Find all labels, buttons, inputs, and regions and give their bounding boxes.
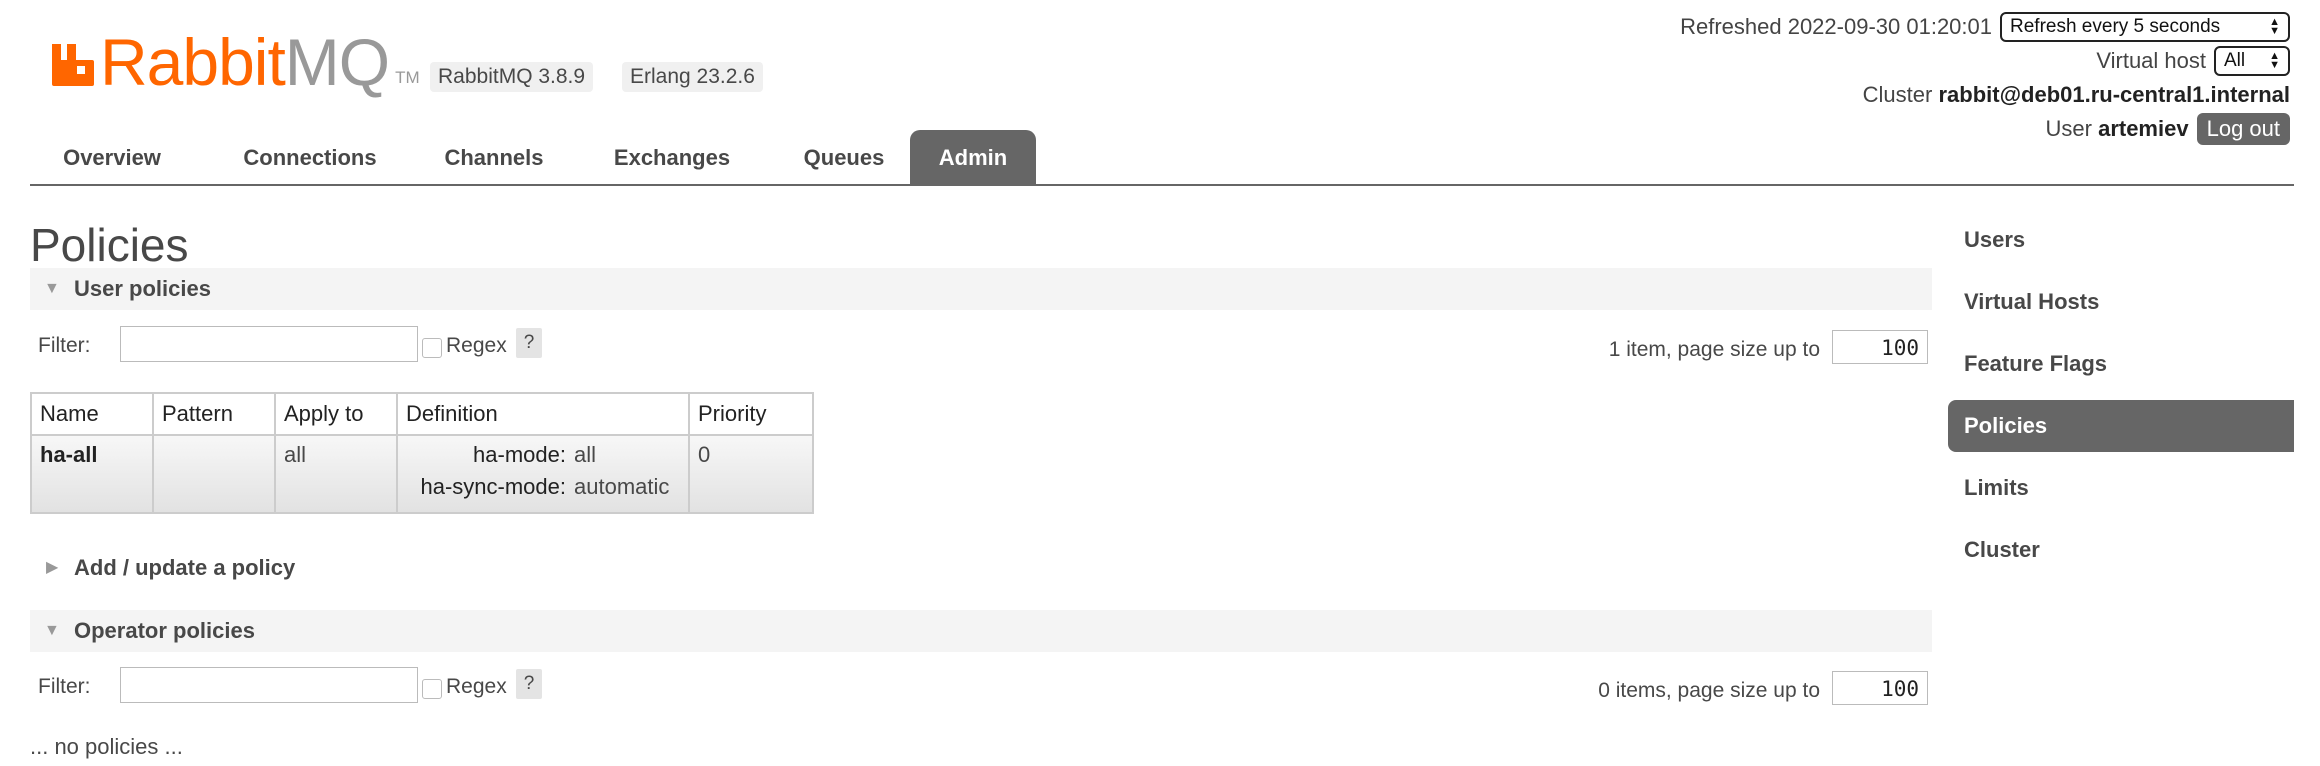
col-header-definition[interactable]: Definition: [396, 392, 690, 436]
sidebar-item-policies[interactable]: Policies: [1948, 400, 2294, 452]
tab-overview[interactable]: Overview: [30, 130, 194, 184]
filter-label: Filter:: [38, 334, 91, 357]
admin-sidebar: Users Virtual Hosts Feature Flags Polici…: [1948, 214, 2294, 586]
regex-label: Regex: [446, 675, 507, 698]
policy-priority: 0: [688, 434, 814, 514]
user-policies-filter-row: Filter: Regex ? 1 item, page size up to …: [38, 326, 1928, 366]
col-header-name[interactable]: Name: [30, 392, 154, 436]
rabbitmq-version-badge: RabbitMQ 3.8.9: [430, 62, 594, 92]
add-policy-heading: Add / update a policy: [74, 555, 296, 580]
policy-pattern: [152, 434, 276, 514]
tab-admin[interactable]: Admin: [910, 130, 1036, 184]
up-down-arrows-icon: ▲ ▼: [2269, 50, 2280, 71]
user-policies-page-size-input[interactable]: 100: [1832, 330, 1928, 364]
regex-help-button[interactable]: ?: [516, 328, 542, 358]
user-policies-filter-input[interactable]: [120, 326, 418, 362]
user-policies-table: Name Pattern Apply to Definition Priorit…: [30, 392, 814, 514]
definition-value: automatic: [574, 474, 670, 499]
user-policies-heading: User policies: [74, 276, 211, 301]
refreshed-timestamp: Refreshed 2022-09-30 01:20:01: [1680, 14, 1992, 39]
refresh-interval-select[interactable]: Refresh every 5 seconds ▲ ▼: [2000, 12, 2290, 42]
table-row[interactable]: ha-all all ha-mode: all ha-sync-mode: au…: [30, 434, 814, 514]
col-header-pattern[interactable]: Pattern: [152, 392, 276, 436]
filter-label: Filter:: [38, 675, 91, 698]
table-header-row: Name Pattern Apply to Definition Priorit…: [30, 392, 814, 436]
definition-key: ha-mode:: [473, 442, 566, 467]
main-nav-tabs: Overview Connections Channels Exchanges …: [30, 130, 2294, 186]
rabbitmq-logo-icon: [52, 44, 94, 86]
sidebar-item-virtual-hosts[interactable]: Virtual Hosts: [1948, 276, 2294, 328]
policy-name-link[interactable]: ha-all: [30, 434, 154, 514]
up-down-arrows-icon: ▲ ▼: [2269, 16, 2280, 37]
vhost-value: All: [2224, 50, 2246, 71]
no-policies-text: ... no policies ...: [30, 734, 183, 759]
operator-policies-filter-input[interactable]: [120, 667, 418, 703]
operator-policies-header[interactable]: ▼ Operator policies: [30, 610, 1932, 652]
col-header-apply-to[interactable]: Apply to: [274, 392, 398, 436]
operator-policies-heading: Operator policies: [74, 618, 255, 643]
vhost-label: Virtual host: [2096, 48, 2206, 73]
user-policies-paging-info: 1 item, page size up to: [1608, 338, 1820, 361]
tab-exchanges[interactable]: Exchanges: [592, 130, 752, 184]
regex-help-button[interactable]: ?: [516, 669, 542, 699]
sidebar-item-limits[interactable]: Limits: [1948, 462, 2294, 514]
tab-queues[interactable]: Queues: [782, 130, 906, 184]
definition-value: all: [574, 442, 597, 467]
cluster-label: Cluster: [1862, 82, 1933, 107]
logo-wordmark: RabbitMQ: [100, 29, 390, 95]
operator-policies-paging-info: 0 items, page size up to: [1598, 679, 1820, 702]
triangle-right-icon: ▶: [46, 559, 59, 576]
definition-key: ha-sync-mode:: [420, 474, 566, 499]
user-policies-header[interactable]: ▼ User policies: [30, 268, 1932, 310]
tab-connections[interactable]: Connections: [222, 130, 398, 184]
regex-label: Regex: [446, 334, 507, 357]
sidebar-item-users[interactable]: Users: [1948, 214, 2294, 266]
operator-policies-page-size-input[interactable]: 100: [1832, 671, 1928, 705]
tab-channels[interactable]: Channels: [426, 130, 562, 184]
col-header-priority[interactable]: Priority: [688, 392, 814, 436]
add-policy-header[interactable]: ▶ Add / update a policy: [30, 547, 630, 589]
policy-apply-to: all: [274, 434, 398, 514]
erlang-version-badge: Erlang 23.2.6: [622, 62, 763, 92]
logo-trademark: TM: [395, 68, 420, 87]
triangle-down-icon: ▼: [44, 280, 60, 297]
user-policies-regex-checkbox[interactable]: [422, 338, 442, 358]
policy-definition: ha-mode: all ha-sync-mode: automatic: [396, 434, 690, 514]
sidebar-item-cluster[interactable]: Cluster: [1948, 524, 2294, 576]
triangle-down-icon: ▼: [44, 622, 60, 639]
refresh-interval-value: Refresh every 5 seconds: [2010, 16, 2221, 37]
rabbitmq-logo[interactable]: RabbitMQ TM: [50, 28, 420, 95]
status-panel: Refreshed 2022-09-30 01:20:01 Refresh ev…: [1680, 10, 2290, 146]
page-title: Policies: [30, 219, 189, 271]
logo-word-mq: MQ: [284, 25, 390, 99]
cluster-name: rabbit@deb01.ru-central1.internal: [1938, 82, 2290, 107]
sidebar-item-feature-flags[interactable]: Feature Flags: [1948, 338, 2294, 390]
operator-policies-regex-checkbox[interactable]: [422, 679, 442, 699]
logo-word-rabbit: Rabbit: [100, 25, 286, 99]
vhost-select[interactable]: All ▲ ▼: [2214, 46, 2290, 76]
operator-policies-filter-row: Filter: Regex ? 0 items, page size up to…: [38, 667, 1928, 707]
